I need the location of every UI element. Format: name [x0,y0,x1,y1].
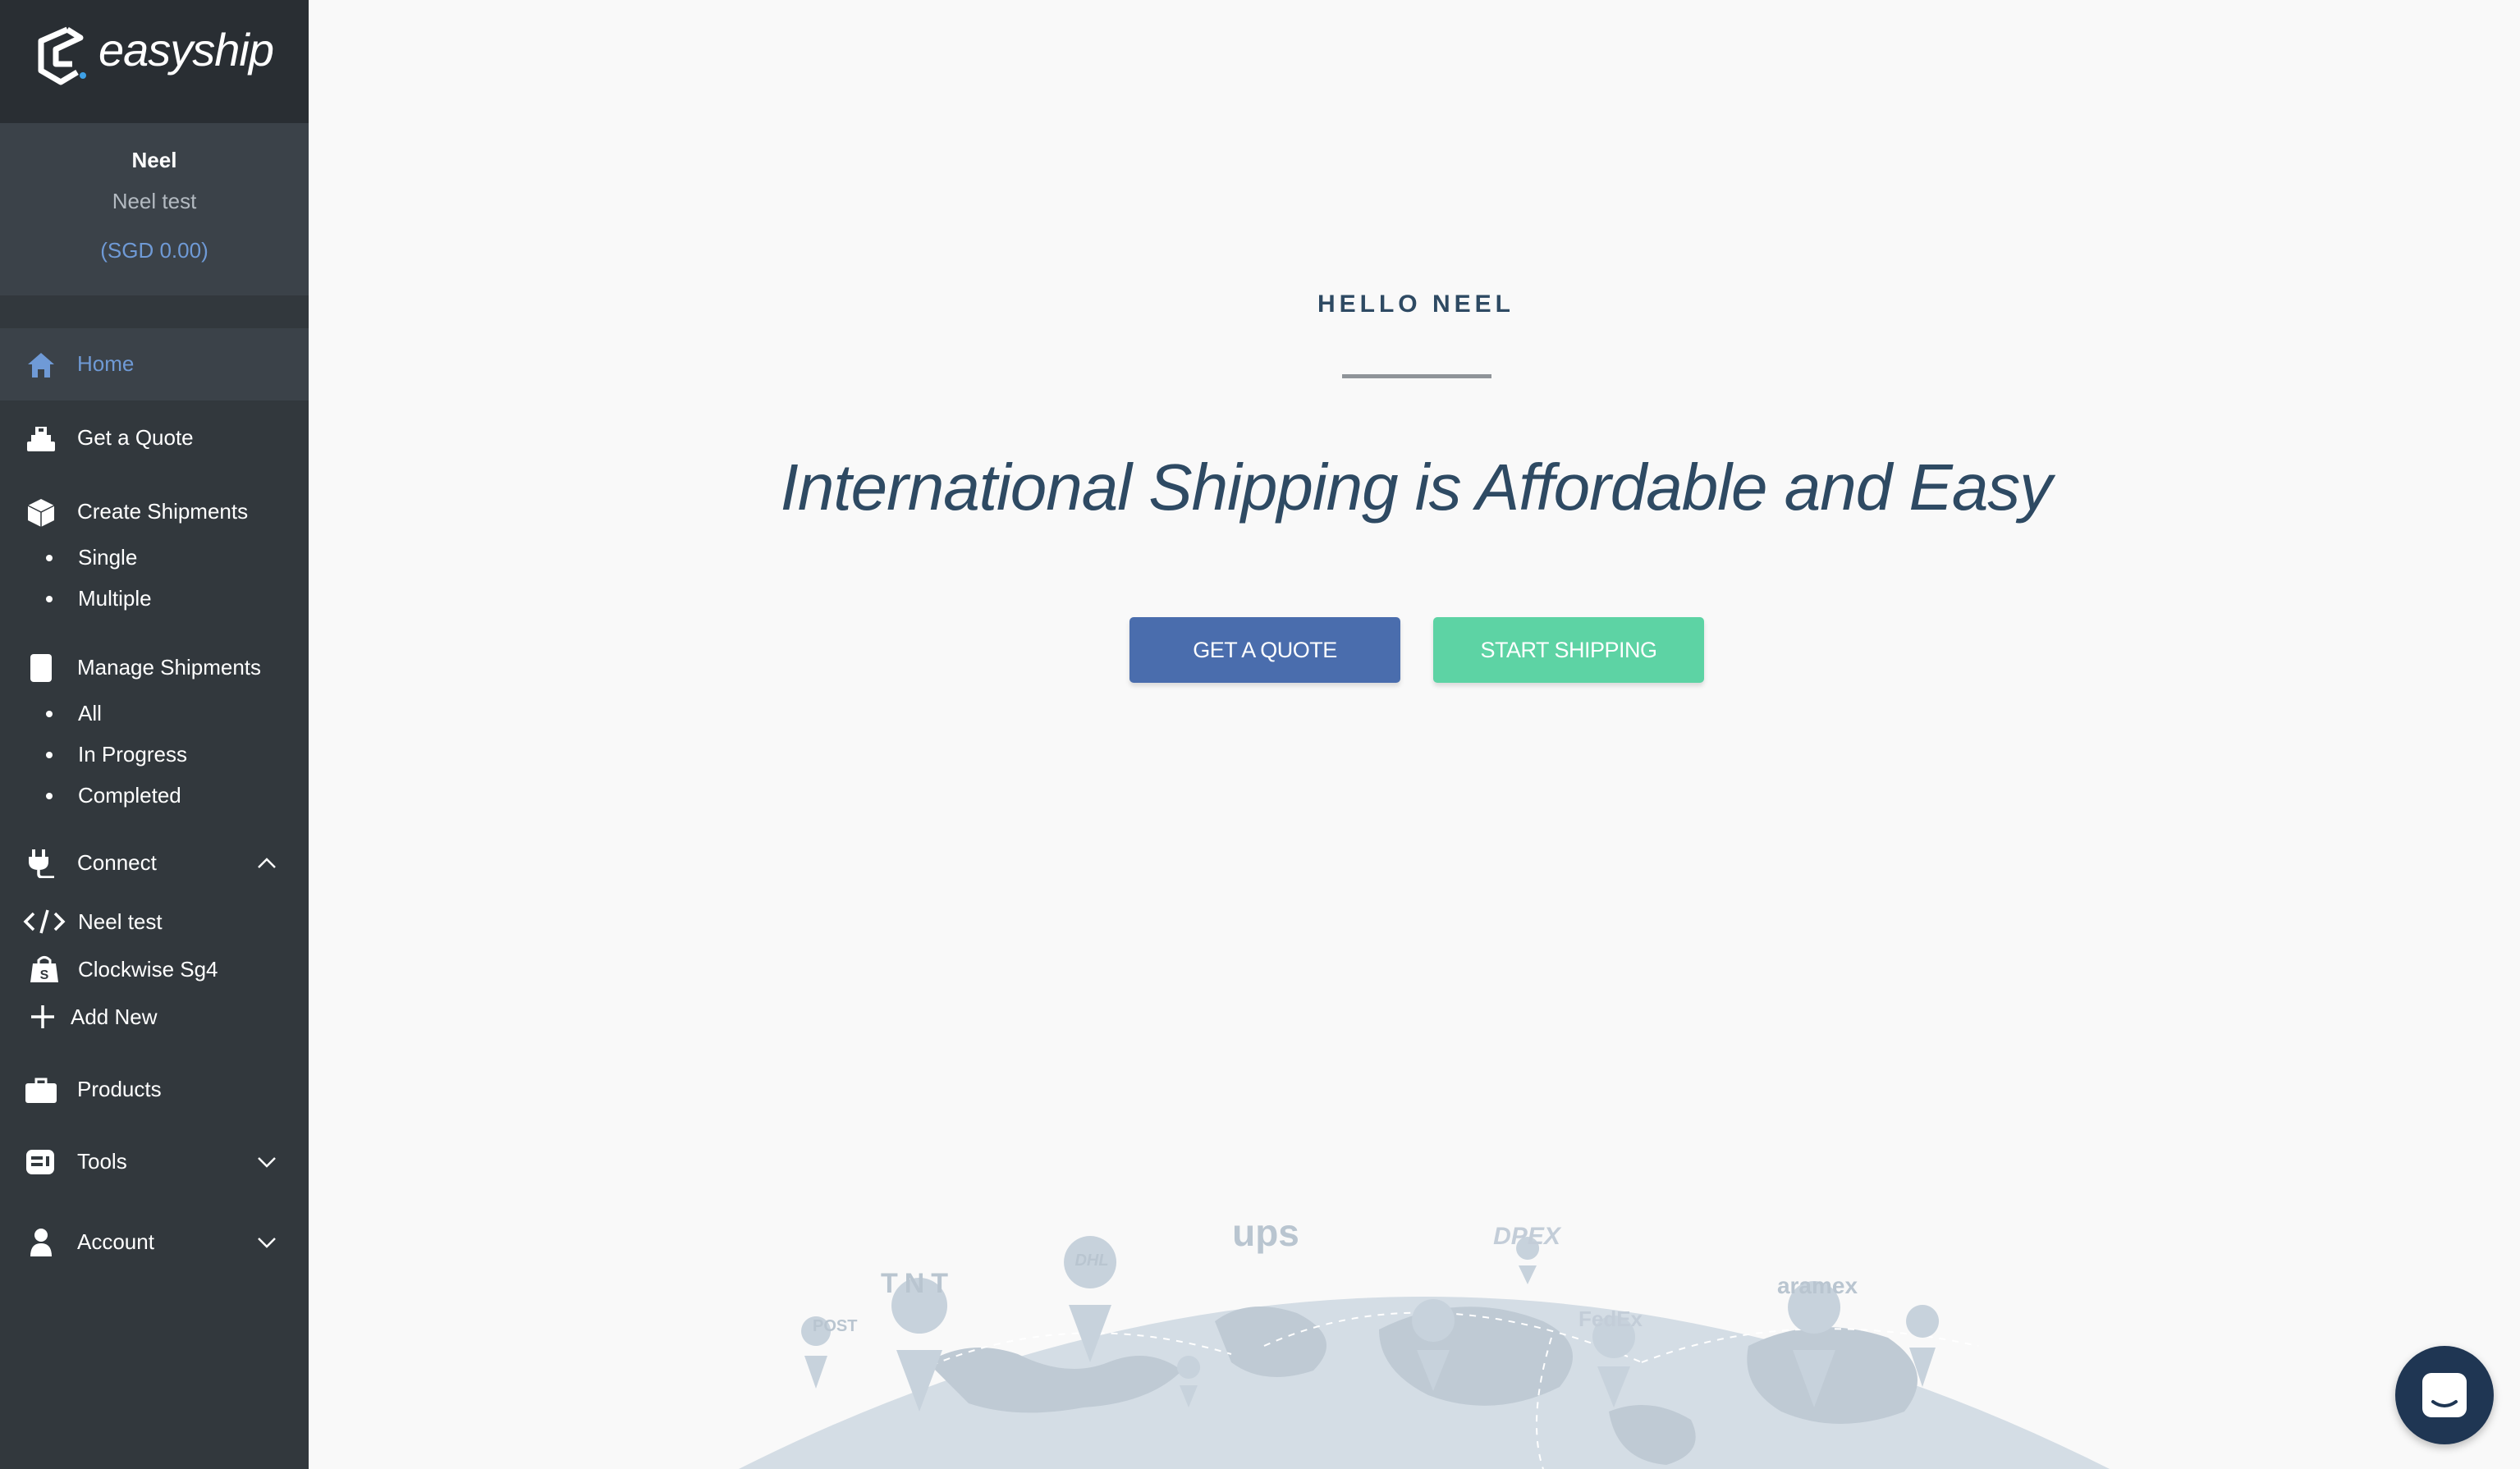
plug-icon [29,849,54,878]
nav-create-single[interactable]: Single [0,538,309,574]
nav-account[interactable]: Account [0,1218,309,1267]
chat-bubble-icon [2422,1373,2467,1417]
connect-store-neel-test[interactable]: Neel test [0,899,309,942]
nav-connect-label: Connect [77,850,157,875]
nav-home-label: Home [77,351,135,376]
user-company: Neel test [112,189,197,213]
nav-get-a-quote-label: Get a Quote [77,425,194,450]
bullet [46,793,53,799]
chevron-down-icon[interactable] [256,1154,277,1170]
nav-manage-in-progress-label: In Progress [78,742,187,767]
brand-name[interactable]: easyship [99,23,274,76]
nav-manage-all-label: All [78,701,102,725]
courier-logo-fedex: FedEx [1578,1307,1643,1331]
courier-logo-tnt: TNT [881,1268,955,1299]
account-balance[interactable]: (SGD 0.00) [0,238,309,263]
connect-store-clockwise[interactable]: S Clockwise Sg4 [0,947,309,990]
nav-manage-all[interactable]: All [0,694,309,730]
courier-logo-dpex: DPEX [1493,1223,1562,1250]
bullet [46,555,53,561]
easyship-logo-icon[interactable] [31,21,90,90]
nav-account-label: Account [77,1229,154,1254]
shopify-bag-icon: S [30,956,58,982]
svg-text:S: S [40,968,49,982]
nav-create-shipments[interactable]: Create Shipments [0,487,309,537]
nav-create-multiple-label: Multiple [78,586,152,611]
user-panel: Neel Neel test (SGD 0.00) [0,123,309,295]
briefcase-icon [25,1078,57,1103]
home-icon [28,353,54,378]
courier-globe-illustration: POST TNT DHL ups DPEX FedEx aramex [739,1211,2110,1469]
nav-products[interactable]: Products [0,1065,309,1114]
bullet [46,596,53,602]
nav-manage-shipments[interactable]: Manage Shipments [0,643,309,693]
nav-get-a-quote[interactable]: Get a Quote [0,414,309,463]
courier-logo-dhl: DHL [1074,1252,1108,1270]
document-icon [30,654,52,682]
get-a-quote-button[interactable]: GET A QUOTE [1129,617,1400,683]
box-icon [27,499,55,527]
nav-home[interactable]: Home [0,340,309,389]
nav-tools[interactable]: Tools [0,1137,309,1187]
nav-tools-label: Tools [77,1149,127,1174]
tools-icon [26,1150,54,1174]
chevron-up-icon[interactable] [256,855,277,872]
nav-create-single-label: Single [78,545,138,570]
user-icon [30,1229,52,1256]
code-icon [23,909,66,934]
greeting: HELLO NEEL [1317,291,1514,318]
logo-bar: easyship [0,0,309,123]
connect-store-neel-test-label: Neel test [78,909,163,934]
nav-create-shipments-label: Create Shipments [77,499,249,524]
connect-add-new[interactable]: Add New [0,995,309,1037]
greeting-divider [1342,374,1491,378]
sidebar: easyship Neel Neel test (SGD 0.00) Home … [0,0,309,1469]
bullet [46,752,53,758]
nav-manage-shipments-label: Manage Shipments [77,655,262,680]
chat-launcher-button[interactable] [2395,1346,2494,1444]
nav-products-label: Products [77,1077,162,1101]
nav-manage-completed-label: Completed [78,783,181,808]
nav-manage-in-progress[interactable]: In Progress [0,735,309,771]
courier-logo-ups: ups [1232,1211,1299,1254]
headline: International Shipping is Affordable and… [780,451,2053,524]
start-shipping-button[interactable]: START SHIPPING [1433,617,1704,683]
courier-logo-post: POST [813,1317,857,1335]
bullet [46,711,53,717]
nav-connect[interactable]: Connect [0,839,309,888]
plus-icon [31,1005,54,1028]
scale-icon [27,427,55,451]
user-name: Neel [131,148,177,172]
courier-logo-aramex: aramex [1777,1273,1858,1298]
nav-manage-completed[interactable]: Completed [0,776,309,812]
connect-add-new-label: Add New [71,1005,158,1029]
chevron-down-icon[interactable] [256,1234,277,1251]
connect-store-clockwise-label: Clockwise Sg4 [78,957,218,982]
nav-create-multiple[interactable]: Multiple [0,579,309,616]
